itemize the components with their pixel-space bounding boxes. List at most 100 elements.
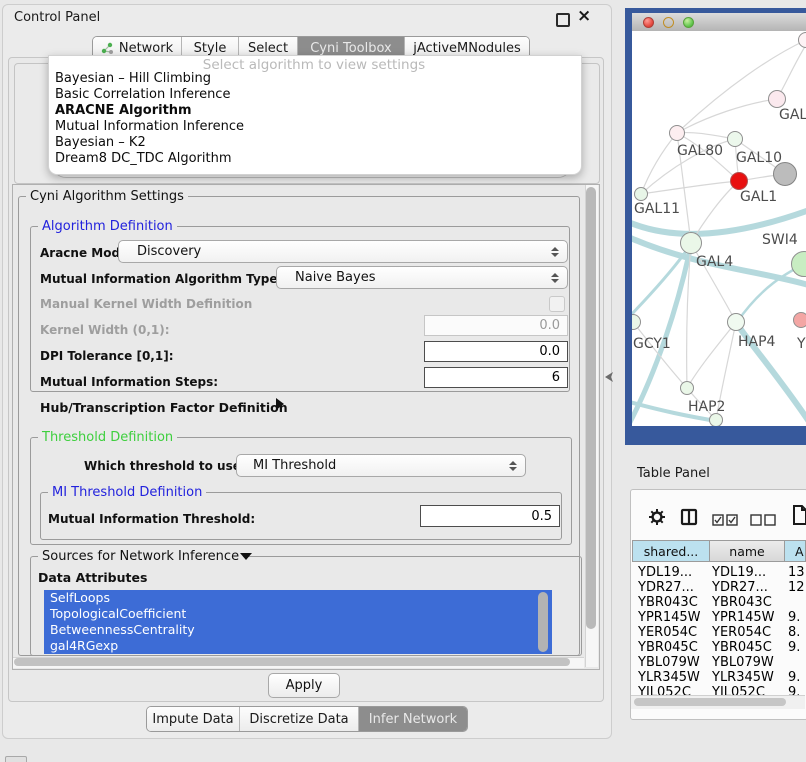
threshold-definition-title: Threshold Definition [38,430,177,445]
dropdown-item[interactable]: Bayesian – K2 [55,135,146,151]
document-icon[interactable] [792,505,806,529]
network-window-titlebar[interactable] [632,13,806,32]
aracne-mode-select[interactable]: Discovery [118,240,568,263]
table-cell[interactable]: 12 [788,580,805,595]
list-item[interactable]: TopologicalCoefficient [44,606,552,622]
node-label: SWI4 [762,232,798,248]
table-cell[interactable]: YLR345W [638,670,700,685]
table-cell[interactable]: YBR043C [638,595,698,610]
table-cell[interactable]: YDR27... [638,580,694,595]
dropdown-item[interactable]: Bayesian – Hill Climbing [55,71,211,87]
mi-threshold-field[interactable]: 0.5 [420,505,560,527]
columns-icon[interactable] [680,508,698,530]
table-cell[interactable]: YDL19... [638,565,692,580]
list-scrollbar-thumb[interactable] [538,592,548,652]
list-item[interactable]: BetweennessCentrality [44,622,552,638]
column-header-shared[interactable]: shared... [632,540,710,562]
table-cell[interactable]: 9. [788,640,800,655]
table-cell[interactable]: YLR345W [712,670,774,685]
list-item[interactable]: gal4RGexp [44,638,552,654]
which-threshold-select[interactable]: MI Threshold [236,454,526,477]
mi-steps-field[interactable]: 6 [424,367,568,388]
manual-kernel-width-checkbox[interactable] [549,296,565,312]
table-cell[interactable]: 9. [788,610,800,625]
node-label: GAL4 [696,254,733,270]
network-node-selected[interactable] [730,172,748,190]
network-node[interactable] [727,313,745,331]
tab-infer-network[interactable]: Infer Network [358,707,467,731]
node-label: Y [797,336,806,352]
apply-button[interactable]: Apply [268,673,340,698]
table-cell[interactable]: YDR27... [712,580,768,595]
kernel-width-field[interactable]: 0.0 [424,315,568,336]
table-cell[interactable]: YDL19... [712,565,766,580]
dpi-tolerance-field[interactable]: 0.0 [424,341,568,362]
collapsed-panel-button[interactable] [5,756,27,762]
close-icon[interactable]: × [577,6,591,26]
column-header-partial[interactable]: A [785,540,806,562]
table-cell[interactable]: 8. [788,625,800,640]
table-cell[interactable]: YBL079W [712,655,774,670]
aracne-mode-value: Discovery [119,244,551,259]
hub-definition-label: Hub/Transcription Factor Definition [40,400,288,415]
close-traffic-light[interactable] [643,17,654,28]
table-cell[interactable]: 9. [788,670,800,685]
dropdown-item[interactable]: Dream8 DC_TDC Algorithm [55,151,232,167]
table-cell[interactable]: 13 [788,565,805,580]
table-cell[interactable]: YER054C [638,625,697,640]
table-cell[interactable]: YBR043C [712,595,772,610]
network-node[interactable] [680,232,702,254]
mi-steps-value: 6 [552,370,560,385]
mi-algorithm-type-label: Mutual Information Algorithm Type: [40,272,282,286]
dropdown-item[interactable]: Mutual Information Inference [55,119,244,135]
minimize-traffic-light[interactable] [663,17,674,28]
network-node[interactable] [634,187,648,201]
bottom-tabbar: Impute Data Discretize Data Infer Networ… [146,706,468,732]
table-horizontal-scrollbar-thumb[interactable] [634,698,786,706]
zoom-traffic-light[interactable] [683,17,694,28]
table-cell[interactable]: YPR145W [638,610,700,625]
mi-algorithm-type-select[interactable]: Naive Bayes [276,266,568,289]
column-header-name[interactable]: name [710,540,785,562]
data-attributes-label: Data Attributes [38,570,147,585]
mi-threshold-value: 0.5 [531,509,552,524]
table-cell[interactable]: YBL079W [638,655,700,670]
tab-select-label: Select [248,41,288,56]
dpi-tolerance-label: DPI Tolerance [0,1]: [40,349,174,363]
expand-arrow-icon[interactable] [276,398,284,410]
network-node[interactable] [669,125,685,141]
deselect-all-checks-icon[interactable] [750,511,776,530]
mi-threshold-definition-title: MI Threshold Definition [48,485,206,500]
node-label: HAP2 [688,399,725,415]
table-cell[interactable]: YBR045C [638,640,698,655]
node-label: GCY1 [633,336,671,352]
table-cell[interactable]: YPR145W [712,610,774,625]
dropdown-item-selected[interactable]: ARACNE Algorithm [55,103,192,119]
dropdown-item[interactable]: Basic Correlation Inference [55,87,230,103]
collapse-arrow-icon[interactable] [240,553,252,560]
tab-discretize-data[interactable]: Discretize Data [239,707,358,731]
mi-steps-label: Mutual Information Steps: [40,375,218,389]
tab-impute-data[interactable]: Impute Data [147,707,239,731]
node-label: GAL80 [677,143,723,159]
network-canvas[interactable]: GAL GAL80 GAL10 GAL1 GAL11 GAL4 SWI4 GCY… [632,31,806,426]
float-window-icon[interactable] [556,13,570,27]
network-node[interactable] [680,381,694,395]
select-all-checks-icon[interactable] [712,511,738,530]
sources-title: Sources for Network Inference [38,549,243,564]
column-header-shared-label: shared... [644,544,699,559]
settings-horizontal-scrollbar-thumb[interactable] [14,658,570,666]
settings-vertical-scrollbar-thumb[interactable] [586,187,596,629]
tab-cyni-toolbox-label: Cyni Toolbox [310,41,392,56]
which-threshold-label: Which threshold to use: [84,459,246,473]
manual-kernel-width-label: Manual Kernel Width Definition [40,297,252,311]
node-label: GAL1 [740,189,777,205]
table-cell[interactable]: YER054C [712,625,771,640]
network-node[interactable] [727,131,743,147]
tab-network-label: Network [119,41,173,56]
gear-icon[interactable] [648,508,666,530]
table-cell[interactable]: YBR045C [712,640,772,655]
network-node[interactable] [793,312,806,328]
list-item[interactable]: SelfLoops [44,590,552,606]
network-node[interactable] [768,90,786,108]
